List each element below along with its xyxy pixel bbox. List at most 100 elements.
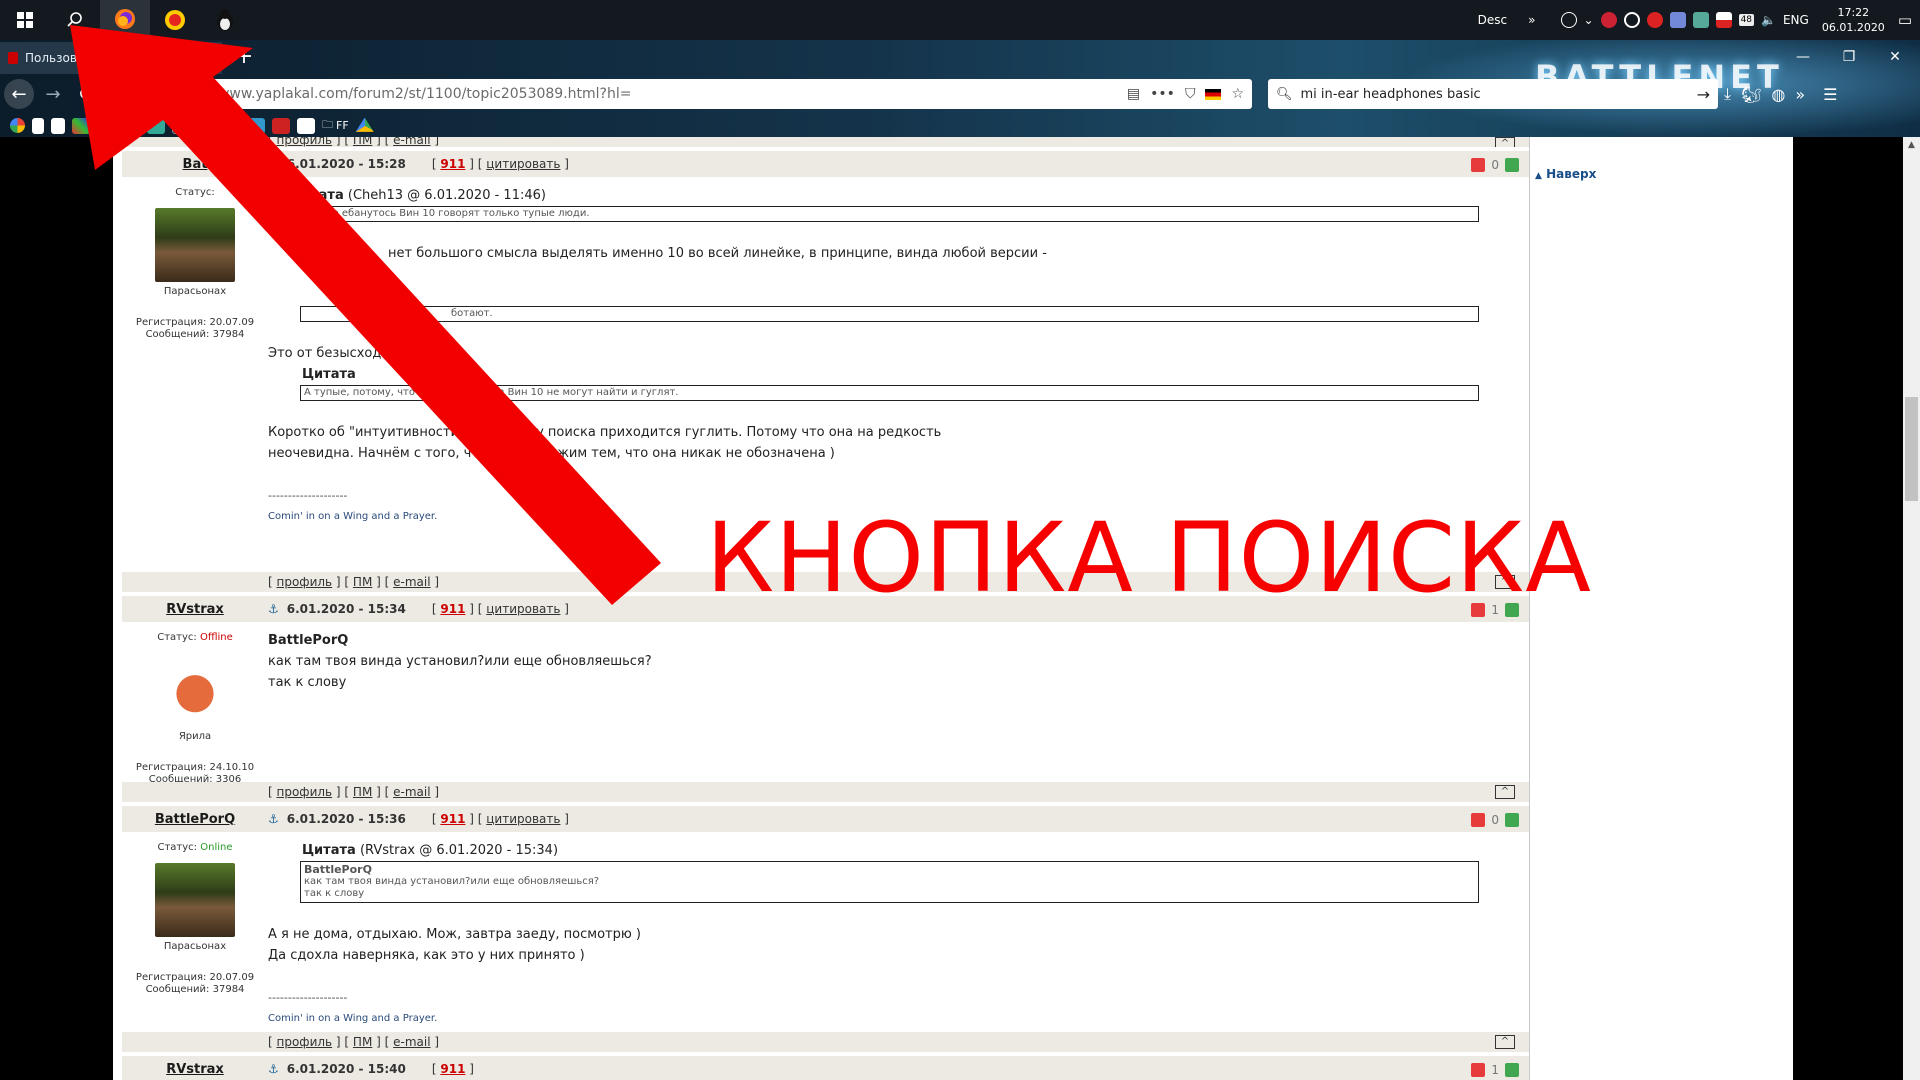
post-author[interactable]: Bat [122,157,268,172]
tab-close-icon[interactable]: ✕ [202,50,214,66]
extension-download-icon[interactable]: ⤓ [1724,84,1731,104]
taskbar-yandex-browser[interactable] [150,0,200,40]
back-button[interactable]: ← [4,79,34,109]
search-query[interactable]: mi in-ear headphones basic [1301,87,1689,102]
quote-link[interactable]: цитировать [486,602,560,616]
extension-globe-icon[interactable]: ◍ [1771,85,1785,104]
bookmark-orange-icon[interactable] [222,117,240,134]
bookmark-dark-blue-icon[interactable] [197,117,215,134]
bookmark-drive-icon[interactable] [355,117,374,132]
translate-flag-icon[interactable] [1205,88,1222,100]
bookmark-monitor-icon[interactable] [247,117,265,134]
bookmark-green-icon[interactable] [147,117,165,134]
scrollbar-thumb[interactable] [1905,397,1918,501]
pm-link[interactable]: ПМ [353,785,372,799]
extension-squirrel-icon[interactable]: 🐿︎ [1741,85,1761,104]
search-go-arrow-icon[interactable]: → [1697,85,1710,104]
insecure-lock-icon[interactable]: 🔒︎ [201,86,208,102]
notification-center-icon[interactable]: ▭ [1898,11,1912,29]
rate-up-icon[interactable] [1505,813,1519,827]
bookmark-blue-icon[interactable] [97,117,115,134]
people-icon[interactable] [1560,12,1577,28]
tray-monitor-icon[interactable] [1692,12,1709,28]
start-button[interactable] [0,0,50,40]
scroll-up-arrow-icon[interactable]: ▲ [1903,137,1920,154]
forward-button[interactable]: → [38,79,68,109]
email-link[interactable]: e-mail [393,785,430,799]
tray-power-icon[interactable] [1623,12,1640,28]
quote-link[interactable]: цитировать [486,157,560,171]
tray-badge[interactable]: 48 [1738,14,1755,26]
page-actions-icon[interactable]: ••• [1150,86,1175,102]
clock[interactable]: 17:22 06.01.2020 [1822,5,1885,35]
discord-icon[interactable] [1669,12,1686,28]
pm-link[interactable]: ПМ [353,575,372,589]
reader-view-icon[interactable]: ▤ [1127,86,1140,102]
post-number[interactable]: 911 [440,157,465,171]
post-number[interactable]: 911 [440,1062,465,1076]
post-author[interactable]: BattlePorQ [122,812,268,827]
minimize-button[interactable]: — [1780,40,1826,74]
taskbar-firefox[interactable] [100,0,150,40]
post-author[interactable]: RVstrax [122,602,268,617]
email-link[interactable]: e-mail [393,137,430,147]
scroll-up-button[interactable]: ^ [1495,785,1515,799]
rate-up-icon[interactable] [1505,158,1519,172]
avatar[interactable] [155,208,235,282]
email-link[interactable]: e-mail [393,575,430,589]
profile-link[interactable]: профиль [277,575,333,589]
bookmark-b-icon[interactable] [297,117,315,134]
post-number[interactable]: 911 [440,602,465,616]
scroll-up-button[interactable]: ^ [1495,1035,1515,1049]
taskbar-app-penguin[interactable] [200,0,250,40]
avatar[interactable] [155,653,235,727]
email-link[interactable]: e-mail [393,1035,430,1049]
post-author[interactable]: RVstrax [122,1062,268,1077]
page-scrollbar[interactable]: ▲ [1903,137,1920,1080]
show-hidden-icons-icon[interactable]: ⌄ [1584,13,1594,27]
bookmark-kinopoisk-icon[interactable] [51,117,65,134]
user-label[interactable]: Desc [1478,13,1507,27]
language-indicator[interactable]: ENG [1783,13,1809,27]
rate-down-icon[interactable] [1471,1063,1486,1077]
back-to-top-link[interactable]: ▲ Наверх [1535,167,1596,181]
new-tab-button[interactable]: + [230,44,258,72]
restore-button[interactable]: ❐ [1826,40,1872,74]
post-anchor-icon[interactable]: ⚓︎ [268,1062,279,1076]
tab-active[interactable]: Пользователи считают Windows… ✕ [0,42,222,74]
post-anchor-icon[interactable]: ⚓︎ [268,157,279,171]
pm-link[interactable]: ПМ [353,137,372,147]
pocket-icon[interactable]: ⛉ [1185,86,1196,102]
pm-link[interactable]: ПМ [353,1035,372,1049]
tray-app-red-icon[interactable] [1600,12,1617,28]
close-window-button[interactable]: ✕ [1872,40,1918,74]
bookmark-red-icon[interactable] [272,117,290,134]
post-anchor-icon[interactable]: ⚓︎ [268,602,279,616]
home-button[interactable]: ⌂ [106,79,136,109]
rate-down-icon[interactable] [1471,813,1486,827]
scroll-up-button[interactable]: ^ [1495,137,1515,147]
rate-up-icon[interactable] [1505,1063,1519,1077]
profile-link[interactable]: профиль [277,137,333,147]
hamburger-menu-icon[interactable]: ☰ [1823,85,1837,104]
url-bar[interactable]: ⛉ 🔒︎ www.yaplakal.com/forum2/st/1100/top… [172,79,1252,109]
rate-down-icon[interactable] [1471,158,1486,172]
search-bar[interactable]: 🔍︎ mi in-ear headphones basic → [1268,79,1718,109]
tracking-shield-icon[interactable]: ⛉ [180,86,191,102]
bookmark-white-icon[interactable] [122,117,140,134]
quote-link[interactable]: цитировать [486,812,560,826]
bookmark-google-icon[interactable] [10,118,25,133]
bookmark-folder-ff[interactable]: 🗀 FF [322,116,349,135]
avatar[interactable] [155,863,235,937]
bookmark-shield-icon[interactable] [172,117,190,134]
toolbar-overflow-icon[interactable]: » [1795,85,1805,104]
url-text[interactable]: www.yaplakal.com/forum2/st/1100/topic205… [218,86,1117,102]
post-number[interactable]: 911 [440,812,465,826]
volume-icon[interactable]: 🔈 [1761,13,1776,27]
tray-flag-icon[interactable] [1715,12,1732,28]
profile-link[interactable]: профиль [277,785,333,799]
profile-link[interactable]: профиль [277,1035,333,1049]
reload-button[interactable]: ⟳ [72,79,102,109]
taskbar-search-button[interactable] [50,0,100,40]
bookmark-multicolor-icon[interactable] [72,117,90,134]
